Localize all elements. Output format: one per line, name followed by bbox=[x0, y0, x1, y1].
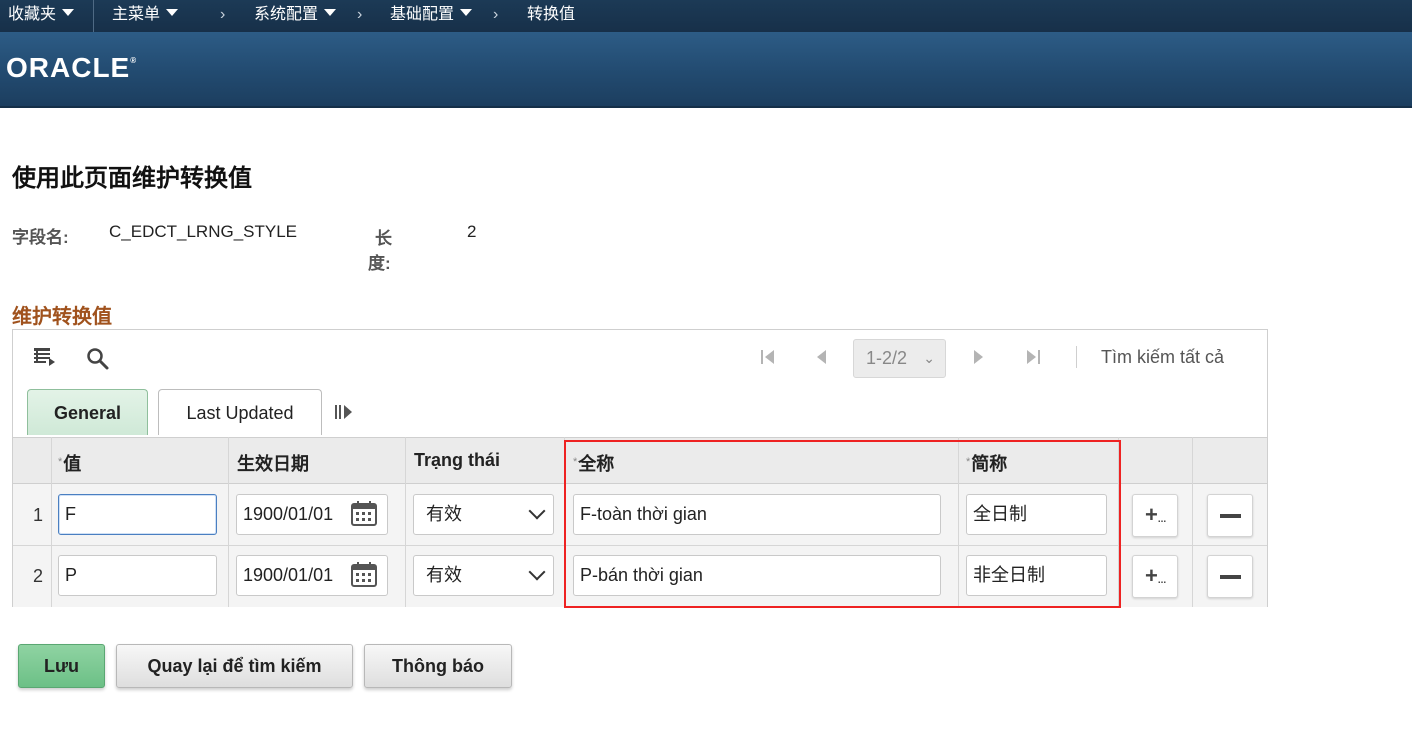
top-navigation-bar: 收藏夹 主菜单 › 系统配置 › 基础配置 › 转换值 bbox=[0, 0, 1412, 32]
add-row-button[interactable]: +... bbox=[1132, 555, 1178, 598]
chevron-down-icon bbox=[528, 563, 546, 581]
favorites-menu[interactable]: 收藏夹 bbox=[8, 0, 75, 32]
chevron-down-icon bbox=[166, 9, 179, 16]
registered-mark: ® bbox=[130, 56, 137, 65]
row-number: 2 bbox=[33, 566, 44, 586]
first-page-icon[interactable] bbox=[760, 348, 776, 371]
previous-page-icon[interactable] bbox=[814, 348, 828, 371]
column-divider bbox=[51, 437, 52, 607]
chevron-right-icon: › bbox=[220, 6, 226, 23]
tab-general[interactable]: General bbox=[27, 389, 148, 435]
column-header-value: *值 bbox=[58, 450, 81, 476]
minus-icon bbox=[1220, 514, 1241, 518]
notify-button[interactable]: Thông báo bbox=[364, 644, 512, 688]
personalize-grid-icon[interactable] bbox=[33, 346, 57, 373]
calendar-icon[interactable] bbox=[351, 561, 377, 587]
search-all-link[interactable]: Tìm kiếm tất cả bbox=[1101, 347, 1224, 368]
length-label-line2: 度: bbox=[368, 254, 391, 273]
page-range-value: 1-2/2 bbox=[866, 348, 908, 368]
column-header-status: Trạng thái bbox=[414, 450, 501, 470]
save-button[interactable]: Lưu bbox=[18, 644, 105, 688]
column-divider bbox=[405, 437, 406, 607]
status-value: 有效 bbox=[426, 504, 462, 524]
main-menu-label: 主菜单 bbox=[112, 6, 161, 23]
status-select[interactable]: 有效 bbox=[413, 494, 554, 535]
main-menu[interactable]: 主菜单 bbox=[112, 0, 179, 32]
breadcrumb-current: 转换值 bbox=[527, 0, 575, 32]
plus-icon: +... bbox=[1145, 502, 1167, 527]
field-name-label: 字段名: bbox=[12, 228, 69, 247]
tab-last-updated[interactable]: Last Updated bbox=[158, 389, 322, 435]
breadcrumb-basic-config[interactable]: 基础配置 bbox=[390, 0, 473, 32]
breadcrumb-label: 基础配置 bbox=[390, 6, 455, 23]
column-divider bbox=[228, 437, 229, 607]
chevron-down-icon bbox=[324, 9, 337, 16]
breadcrumb-label: 转换值 bbox=[527, 6, 576, 23]
chevron-down-icon bbox=[62, 9, 75, 16]
nav-divider bbox=[93, 0, 94, 32]
value-input[interactable]: P bbox=[58, 555, 217, 596]
chevron-right-icon: › bbox=[493, 6, 499, 23]
return-to-search-button[interactable]: Quay lại để tìm kiếm bbox=[116, 644, 353, 688]
next-page-icon[interactable] bbox=[972, 348, 986, 371]
header-banner: ORACLE® bbox=[0, 32, 1412, 108]
search-icon[interactable] bbox=[86, 347, 110, 376]
column-divider bbox=[1192, 437, 1193, 607]
section-title: 维护转换值 bbox=[12, 306, 112, 328]
column-header-effective-date: 生效日期 bbox=[237, 454, 309, 474]
chevron-down-icon bbox=[460, 9, 473, 16]
show-all-columns-icon[interactable] bbox=[334, 402, 354, 427]
calendar-icon[interactable] bbox=[351, 500, 377, 526]
chevron-right-icon: › bbox=[357, 6, 363, 23]
delete-row-button[interactable] bbox=[1207, 494, 1253, 537]
highlight-box bbox=[564, 440, 1121, 608]
plus-icon: +... bbox=[1145, 563, 1167, 588]
chevron-down-icon bbox=[528, 502, 546, 520]
logo-text: ORACLE bbox=[6, 52, 131, 83]
chevron-down-icon: ⌄ bbox=[923, 350, 935, 366]
minus-icon bbox=[1220, 575, 1241, 579]
favorites-label: 收藏夹 bbox=[8, 6, 57, 23]
value-input[interactable]: F bbox=[58, 494, 217, 535]
row-number: 1 bbox=[33, 505, 44, 525]
oracle-logo[interactable]: ORACLE® bbox=[6, 52, 136, 84]
page-title: 使用此页面维护转换值 bbox=[12, 165, 252, 192]
breadcrumb-system-config[interactable]: 系统配置 bbox=[254, 0, 337, 32]
status-select[interactable]: 有效 bbox=[413, 555, 554, 596]
pager-divider bbox=[1076, 346, 1077, 368]
required-mark: * bbox=[58, 456, 63, 468]
status-value: 有效 bbox=[426, 565, 462, 585]
length-value: 2 bbox=[467, 222, 477, 241]
breadcrumb-label: 系统配置 bbox=[254, 6, 319, 23]
length-label-line1: 长 bbox=[375, 229, 392, 248]
last-page-icon[interactable] bbox=[1025, 348, 1041, 371]
column-header-label: 值 bbox=[63, 454, 82, 474]
add-row-button[interactable]: +... bbox=[1132, 494, 1178, 537]
page-range-select[interactable]: 1-2/2 ⌄ bbox=[853, 339, 946, 378]
field-name-value: C_EDCT_LRNG_STYLE bbox=[109, 222, 298, 241]
delete-row-button[interactable] bbox=[1207, 555, 1253, 598]
